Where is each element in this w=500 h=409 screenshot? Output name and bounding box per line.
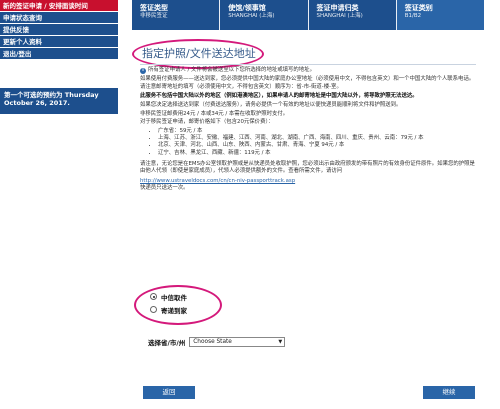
sidebar-item-feedback[interactable]: 提供反馈 <box>0 24 118 36</box>
state-select[interactable]: Choose State ▼ <box>189 337 286 347</box>
chevron-down-icon: ▼ <box>278 339 283 345</box>
price-item: 北京、天津、河北、山西、山东、陕西、内蒙古、甘肃、青海、宁夏 94元 / 本 <box>158 142 480 149</box>
step-subtitle: SHANGHAI (上海) <box>316 13 363 19</box>
step-title: 使馆/领事馆 <box>228 4 266 12</box>
step-title: 签证类型 <box>140 4 168 12</box>
step-visa-type: 签证类型 非移民签证 <box>132 0 221 30</box>
title-divider <box>140 64 476 65</box>
paragraph-address-order: 请注意邮寄地址的填写（必须使用中文，不得包含英文）顺序为：省-市-街道-楼-室。 <box>140 84 342 91</box>
main-content: 指定护照/文件送达地址 i 所有签证申请人 / 文件将会被送至以下您所选择的地址或… <box>140 46 480 194</box>
delivery-option-pickup[interactable]: 中信取件 <box>150 290 187 303</box>
pickup-radio[interactable] <box>150 293 157 300</box>
price-list: 广东省：59元 / 本 上海、江苏、浙江、安徽、福建、江西、河南、湖北、湖南、广… <box>140 128 480 157</box>
info-icon: i <box>140 68 146 74</box>
paragraph-id-notice: 请注意，无论您是在EMS办公室领取护照或是从快递员处收取护照，您必须出示由政府颁… <box>140 160 475 174</box>
first-appointment-notice: 第一个可选的预约为 Thursday October 26, 2017. <box>0 88 118 114</box>
sidebar-item-status[interactable]: 申请状态查询 <box>0 12 118 24</box>
state-select-value: Choose State <box>193 339 232 345</box>
step-subtitle: SHANGHAI (上海) <box>228 13 275 19</box>
step-title: 签证类别 <box>404 4 433 12</box>
step-subtitle: 非移民签证 <box>140 13 168 19</box>
step-visa-class: 签证类别 B1/B2 <box>396 0 484 30</box>
info-paragraph: i 所有签证申请人 / 文件将会被送至以下您所选择的地址或填写的地址。 <box>140 67 480 74</box>
paragraph-iv-fee-intro: 对于移民签证申请，邮寄价格如下（包含20元保价费）： <box>140 119 274 126</box>
step-title: 签证申请归类 <box>316 4 359 12</box>
info-text: 所有签证申请人 / 文件将会被送至以下您所选择的地址或填写的地址。 <box>148 67 315 73</box>
state-select-label: 选择省/市/州 <box>148 339 186 347</box>
back-button[interactable]: 返回 <box>143 386 195 399</box>
sidebar-item-logout[interactable]: 退出/登出 <box>0 48 118 60</box>
delivery-option-group: 中信取件 寄递到家 <box>150 290 187 316</box>
price-item: 辽宁、吉林、黑龙江、西藏、新疆：119元 / 本 <box>158 150 480 157</box>
passport-track-link[interactable]: http://www.ustraveldocs.com/cn/cn-niv-pa… <box>140 178 295 184</box>
sidebar-item-profile[interactable]: 更新个人资料 <box>0 36 118 48</box>
paragraph-paid-service: 如果使用付费服务——送达到家，您必须提供中国大陆的家庭办公室地址（必须使用中文，… <box>140 75 475 82</box>
delivery-option-home[interactable]: 寄递到家 <box>150 303 187 316</box>
sidebar-gap <box>0 60 118 88</box>
home-delivery-radio[interactable] <box>150 306 157 313</box>
paragraph-niv-fee: 非移民签证邮费用24元 / 本或34元 / 本需在收取护照时支付。 <box>140 110 289 117</box>
state-select-row: 选择省/市/州 Choose State ▼ <box>148 337 286 347</box>
paragraph-region-warning: 此服务不包括中国大陆以外的地区（例如港澳地区），如果申请人的邮寄地址是中国大陆以… <box>140 93 418 100</box>
continue-button[interactable]: 继续 <box>423 386 475 399</box>
page-title: 指定护照/文件送达地址 <box>142 47 256 60</box>
sidebar-item-new-application[interactable]: 新的签证申请 / 安排面谈时间 <box>0 0 118 12</box>
step-application-category: 签证申请归类 SHANGHAI (上海) <box>309 0 397 30</box>
home-delivery-radio-label[interactable]: 寄递到家 <box>161 305 187 315</box>
sidebar: 新的签证申请 / 安排面谈时间 申请状态查询 提供反馈 更新个人资料 退出/登出… <box>0 0 118 409</box>
pickup-radio-label[interactable]: 中信取件 <box>161 292 187 302</box>
step-consulate: 使馆/领事馆 SHANGHAI (上海) <box>220 0 309 30</box>
paragraph-one-delivery: 快递员只送达一次。 <box>140 184 189 191</box>
paragraph-home-delivery: 如果您决定选择送达到家（付费送达服务），请务必提供一个有效的地址以便快递员能顺利… <box>140 101 402 108</box>
step-subtitle: B1/B2 <box>404 13 422 19</box>
progress-step-bar: 签证类型 非移民签证 使馆/领事馆 SHANGHAI (上海) 签证申请归类 S… <box>132 0 484 30</box>
